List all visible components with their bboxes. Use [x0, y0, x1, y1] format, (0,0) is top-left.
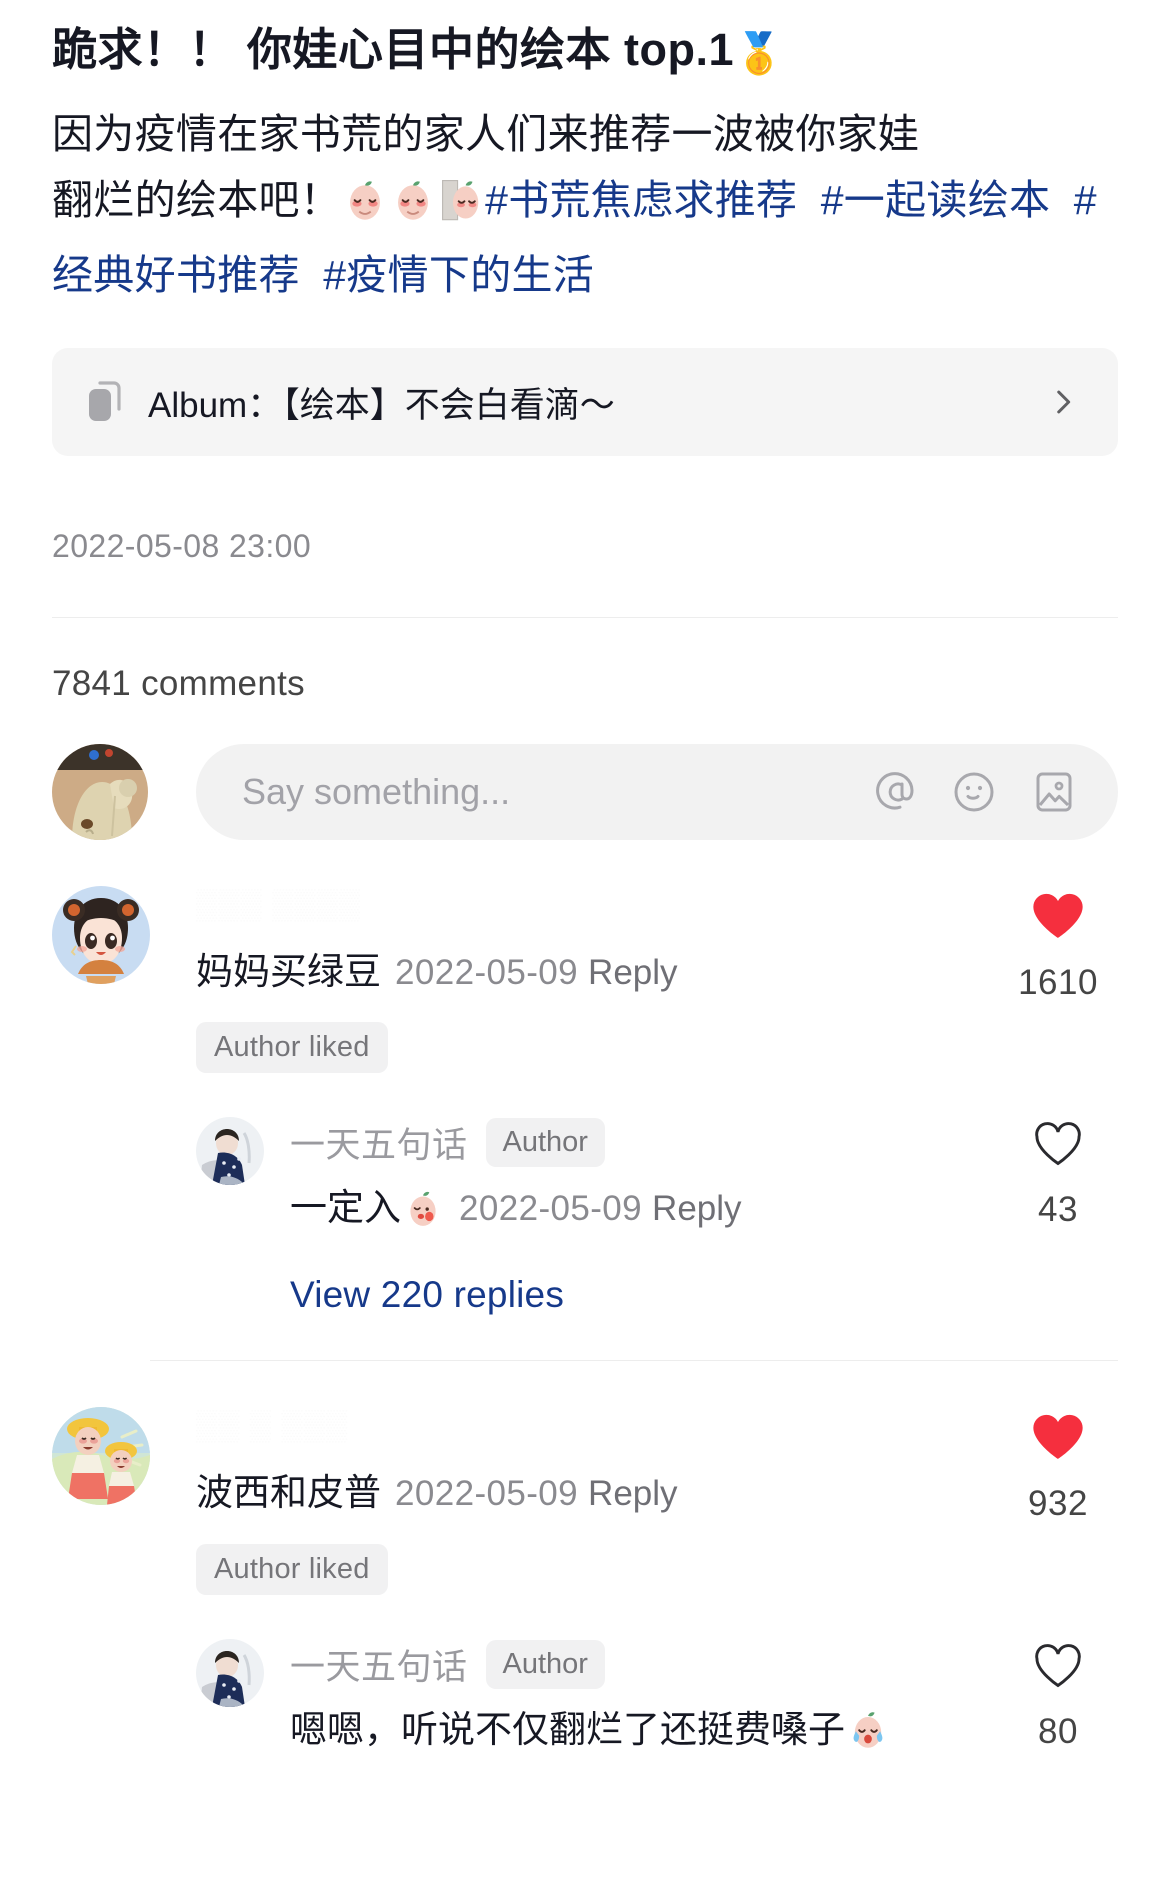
heart-filled-icon[interactable]: [1029, 888, 1087, 942]
album-title: Album：【绘本】不会白看滴～: [148, 385, 615, 425]
reply-text-value: 嗯嗯，听说不仅翻烂了还挺费嗓子: [290, 1708, 845, 1750]
heart-outline-icon[interactable]: [1032, 1641, 1084, 1691]
comment-head-row: ▒▒ ▒ ▒▒▒ 波西和皮普 2022-05-09 Reply Author lik…: [196, 1407, 1118, 1595]
comment-date: 2022-05-09: [395, 953, 579, 993]
hashtag-2[interactable]: #一起读绘本: [821, 177, 1051, 223]
chevron-right-icon[interactable]: [1046, 385, 1080, 419]
like-column[interactable]: 43: [998, 1117, 1118, 1230]
reply-name-row: 一天五句话 Author: [290, 1639, 998, 1690]
reply-body: 一天五句话 Author 嗯嗯，听说不仅翻烂了还挺费嗓子 80: [290, 1639, 1118, 1762]
at-icon[interactable]: [870, 768, 918, 816]
page-title: 跪求！！ 你娃心目中的绘本 top.1🥇: [52, 0, 1118, 79]
reply-username[interactable]: 一天五句话: [290, 1117, 468, 1168]
comment-content: ▒▒ ▒ ▒▒▒ 波西和皮普 2022-05-09 Reply Author lik…: [196, 1407, 998, 1595]
comment-body: ▒▒▒ ▒▒▒▒ 妈妈买绿豆 2022-05-09 Reply Author lik…: [196, 886, 1118, 1316]
reply-body: 一天五句话 Author 一定入 2022-05-09 Reply 43: [290, 1117, 1118, 1240]
like-count: 932: [1028, 1484, 1088, 1524]
comment-body: ▒▒ ▒ ▒▒▒ 波西和皮普 2022-05-09 Reply Author lik…: [196, 1407, 1118, 1761]
reply-content: 一天五句话 Author 一定入 2022-05-09 Reply: [290, 1117, 998, 1240]
composer-icon-group: [870, 768, 1078, 816]
like-count: 43: [1038, 1190, 1078, 1230]
post-title-text: 跪求！！ 你娃心目中的绘本 top.1: [52, 24, 734, 75]
view-more-replies-link[interactable]: View 220 replies: [290, 1274, 1118, 1316]
reply-button[interactable]: Reply: [652, 1189, 741, 1228]
peach-peeking-icon: [438, 175, 484, 241]
author-badge: Author: [485, 1639, 605, 1689]
post-timestamp: 2022-05-08 23:00: [52, 528, 312, 565]
comment-input-placeholder: Say something...: [242, 771, 511, 813]
hashtag-4[interactable]: #疫情下的生活: [323, 252, 594, 298]
reply-username[interactable]: 一天五句话: [290, 1639, 468, 1690]
post-detail-page: 跪求！！ 你娃心目中的绘本 top.1🥇 因为疫情在家书荒的家人们来推荐一波被你…: [0, 0, 1170, 1901]
emoji-icon[interactable]: [950, 768, 998, 816]
image-icon[interactable]: [1030, 768, 1078, 816]
reply-text-value: 一定入: [290, 1187, 401, 1229]
gold-medal-icon: 🥇: [734, 32, 785, 76]
reply-item[interactable]: 一天五句话 Author 嗯嗯，听说不仅翻烂了还挺费嗓子 80: [196, 1638, 1118, 1762]
like-column[interactable]: 932: [998, 1407, 1118, 1524]
comment-item[interactable]: ▒▒▒ ▒▒▒▒ 妈妈买绿豆 2022-05-09 Reply Author lik…: [52, 840, 1118, 1316]
reply-text: 嗯嗯，听说不仅翻烂了还挺费嗓子: [290, 1706, 998, 1762]
reply-button[interactable]: Reply: [588, 1474, 677, 1513]
comment-text-value: 妈妈买绿豆: [196, 951, 381, 993]
comment-count-header: 7841 comments: [52, 664, 305, 704]
comment-username-masked: ▒▒▒ ▒▒▒▒: [196, 888, 362, 922]
post-body: 因为疫情在家书荒的家人们来推荐一波被你家娃 翻烂的绘本吧！ #书荒焦虑求推荐 #一…: [52, 101, 1118, 308]
album-stack-icon: [86, 380, 126, 424]
avatar[interactable]: [52, 886, 150, 985]
comment-text: 妈妈买绿豆 2022-05-09 Reply: [196, 948, 998, 996]
peach-crying-icon: [846, 1706, 890, 1762]
comment-head-row: ▒▒▒ ▒▒▒▒ 妈妈买绿豆 2022-05-09 Reply Author lik…: [196, 886, 1118, 1074]
comment-input-field[interactable]: Say something...: [196, 744, 1118, 841]
avatar[interactable]: [196, 1638, 264, 1707]
reply-head-row: 一天五句话 Author 一定入 2022-05-09 Reply 43: [290, 1117, 1118, 1240]
comment-text-value: 波西和皮普: [196, 1472, 381, 1514]
status-badge: Author liked: [196, 1022, 388, 1074]
reply-item[interactable]: 一天五句话 Author 一定入 2022-05-09 Reply 43: [196, 1117, 1118, 1240]
avatar[interactable]: [196, 1117, 264, 1186]
post-body-line1: 因为疫情在家书荒的家人们来推荐一波被你家娃: [52, 111, 920, 157]
post-body-line2: 翻烂的绘本吧！: [52, 177, 342, 224]
comment-date: 2022-05-09: [395, 1474, 579, 1514]
like-column[interactable]: 1610: [998, 886, 1118, 1003]
like-column[interactable]: 80: [998, 1639, 1118, 1752]
avatar[interactable]: [52, 744, 148, 841]
peach-pleading-icon: [342, 175, 388, 241]
comment-username-masked: ▒▒ ▒ ▒▒▒: [196, 1409, 349, 1443]
album-card[interactable]: Album：【绘本】不会白看滴～: [52, 348, 1118, 457]
comment-composer: Say something...: [52, 744, 1118, 841]
status-badge: Author liked: [196, 1543, 388, 1595]
heart-outline-icon[interactable]: [1032, 1119, 1084, 1169]
avatar[interactable]: [52, 1407, 150, 1506]
peach-pleading-icon: [390, 175, 436, 241]
like-count: 1610: [1018, 963, 1098, 1003]
like-count: 80: [1038, 1711, 1078, 1751]
hashtag-1[interactable]: #书荒焦虑求推荐: [485, 177, 797, 223]
reply-head-row: 一天五句话 Author 嗯嗯，听说不仅翻烂了还挺费嗓子 80: [290, 1639, 1118, 1762]
reply-text: 一定入 2022-05-09 Reply: [290, 1184, 998, 1240]
peach-kiss-icon: [402, 1186, 444, 1240]
reply-button[interactable]: Reply: [588, 953, 677, 992]
reply-content: 一天五句话 Author 嗯嗯，听说不仅翻烂了还挺费嗓子: [290, 1639, 998, 1762]
author-badge: Author: [485, 1118, 605, 1168]
reply-date: 2022-05-09: [459, 1189, 643, 1229]
reply-name-row: 一天五句话 Author: [290, 1117, 998, 1168]
section-divider: [52, 617, 1118, 619]
comment-text: 波西和皮普 2022-05-09 Reply: [196, 1469, 998, 1517]
comment-content: ▒▒▒ ▒▒▒▒ 妈妈买绿豆 2022-05-09 Reply Author lik…: [196, 886, 998, 1074]
heart-filled-icon[interactable]: [1029, 1409, 1087, 1463]
comment-item[interactable]: ▒▒ ▒ ▒▒▒ 波西和皮普 2022-05-09 Reply Author lik…: [52, 1361, 1118, 1761]
